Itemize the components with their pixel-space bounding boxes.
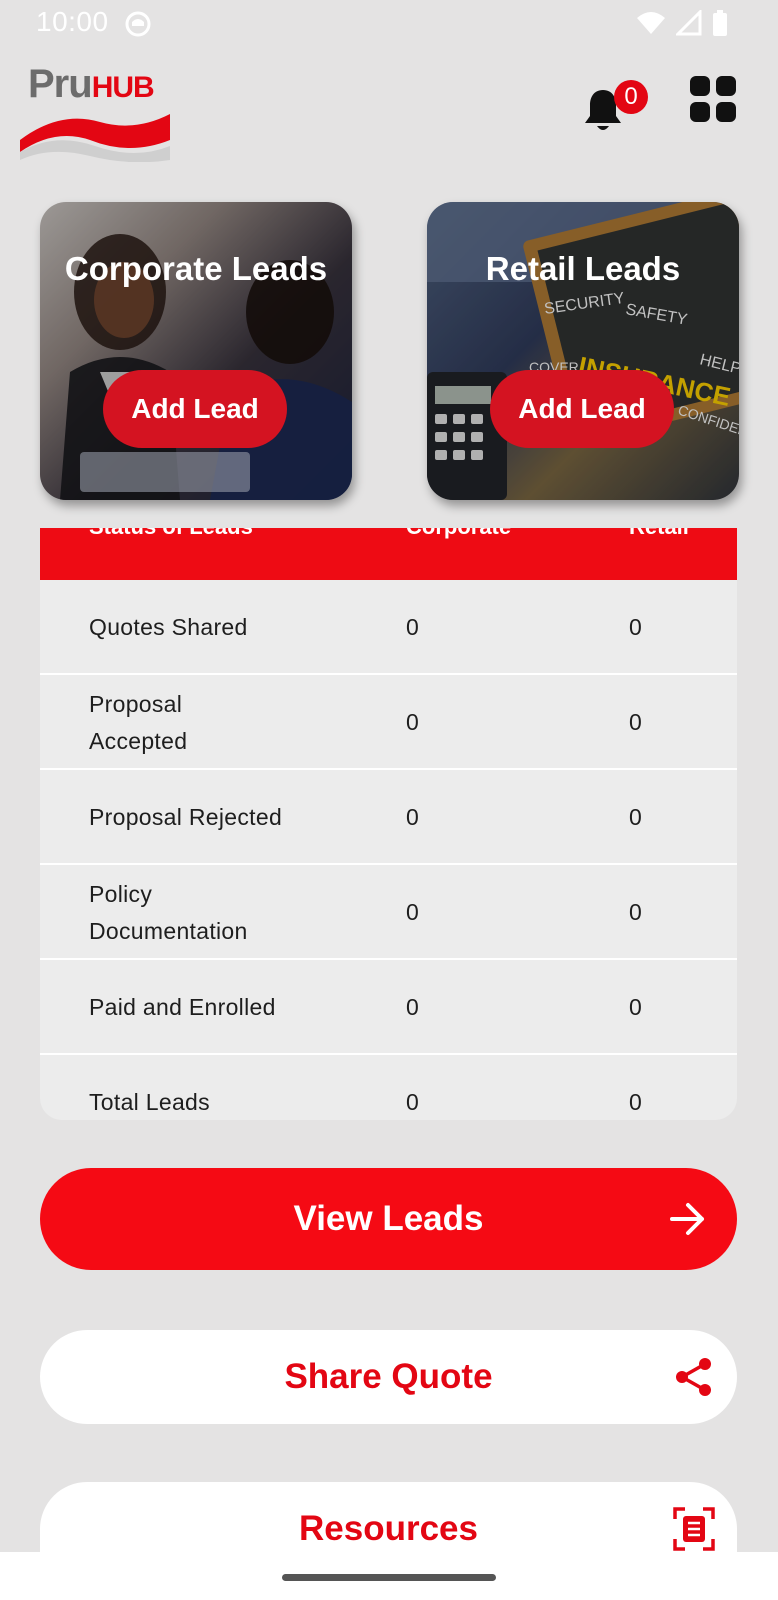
view-leads-button[interactable]: View Leads [40,1168,737,1270]
row-label: Quotes Shared [89,614,248,640]
notification-badge: 0 [614,80,648,114]
corporate-value: 0 [406,994,419,1020]
share-icon [676,1358,711,1396]
wifi-icon [637,12,665,34]
retail-value: 0 [629,994,642,1020]
retail-leads-title: Retail Leads [485,250,681,287]
app-notification-icon [125,11,151,37]
document-scan-icon [673,1507,715,1551]
table-row: Policy Documentation 0 0 [40,865,737,960]
corporate-value: 0 [406,709,419,735]
add-corporate-lead-button[interactable]: Add Lead [103,370,287,448]
table-row-total: Total Leads 0 0 [40,1055,737,1120]
leads-status-table[interactable]: Status of Leads Corporate Retail Quotes … [40,528,737,1120]
corporate-value: 0 [406,899,419,925]
corporate-leads-card[interactable]: Corporate Leads Add Lead [40,202,352,500]
card-overlay [427,202,739,500]
add-retail-lead-button[interactable]: Add Lead [490,370,674,448]
table-header: Status of Leads Corporate Retail [40,528,737,580]
table-row: Proposal Accepted 0 0 [40,675,737,770]
corporate-value: 0 [406,1089,419,1115]
pruhub-logo: PruHUB [20,62,170,162]
notifications-button[interactable]: 0 [584,80,654,130]
header-status-of-leads: Status of Leads [89,528,253,540]
header-corporate: Corporate [406,528,511,540]
retail-value: 0 [629,709,642,735]
system-navigation-bar [0,1552,778,1600]
table-row: Quotes Shared 0 0 [40,580,737,675]
retail-value: 0 [629,614,642,640]
arrow-right-icon [670,1203,704,1235]
status-time: 10:00 [36,6,109,37]
row-label: Policy Documentation [89,880,248,944]
status-bar: 10:00 [0,0,778,50]
row-label: Proposal Rejected [89,804,283,830]
signal-icon [676,10,702,36]
corporate-value: 0 [406,804,419,830]
corporate-value: 0 [406,614,419,640]
share-quote-label: Share Quote [284,1357,493,1396]
row-label: Total Leads [89,1089,210,1115]
retail-value: 0 [629,1089,642,1115]
share-quote-button[interactable]: Share Quote [40,1330,737,1424]
table-row: Proposal Rejected 0 0 [40,770,737,865]
header-retail: Retail [629,528,689,540]
row-label: Paid and Enrolled [89,994,276,1020]
corporate-leads-title: Corporate Leads [64,250,328,287]
home-gesture-handle[interactable] [282,1574,496,1581]
row-label: Proposal Accepted [89,690,188,754]
logo-wave [20,114,170,162]
card-overlay [40,202,352,500]
battery-icon [713,10,727,36]
retail-value: 0 [629,804,642,830]
screen: 10:00 PruHUB 0 Corporate Leads Add Lead … [0,0,778,1600]
table-row: Paid and Enrolled 0 0 [40,960,737,1055]
status-icons [636,10,728,36]
view-leads-label: View Leads [293,1199,484,1238]
apps-grid-icon[interactable] [690,76,736,122]
retail-leads-card[interactable]: SECURITY SAFETY INSURANCE HELP CONFIDENC… [427,202,739,500]
retail-value: 0 [629,899,642,925]
